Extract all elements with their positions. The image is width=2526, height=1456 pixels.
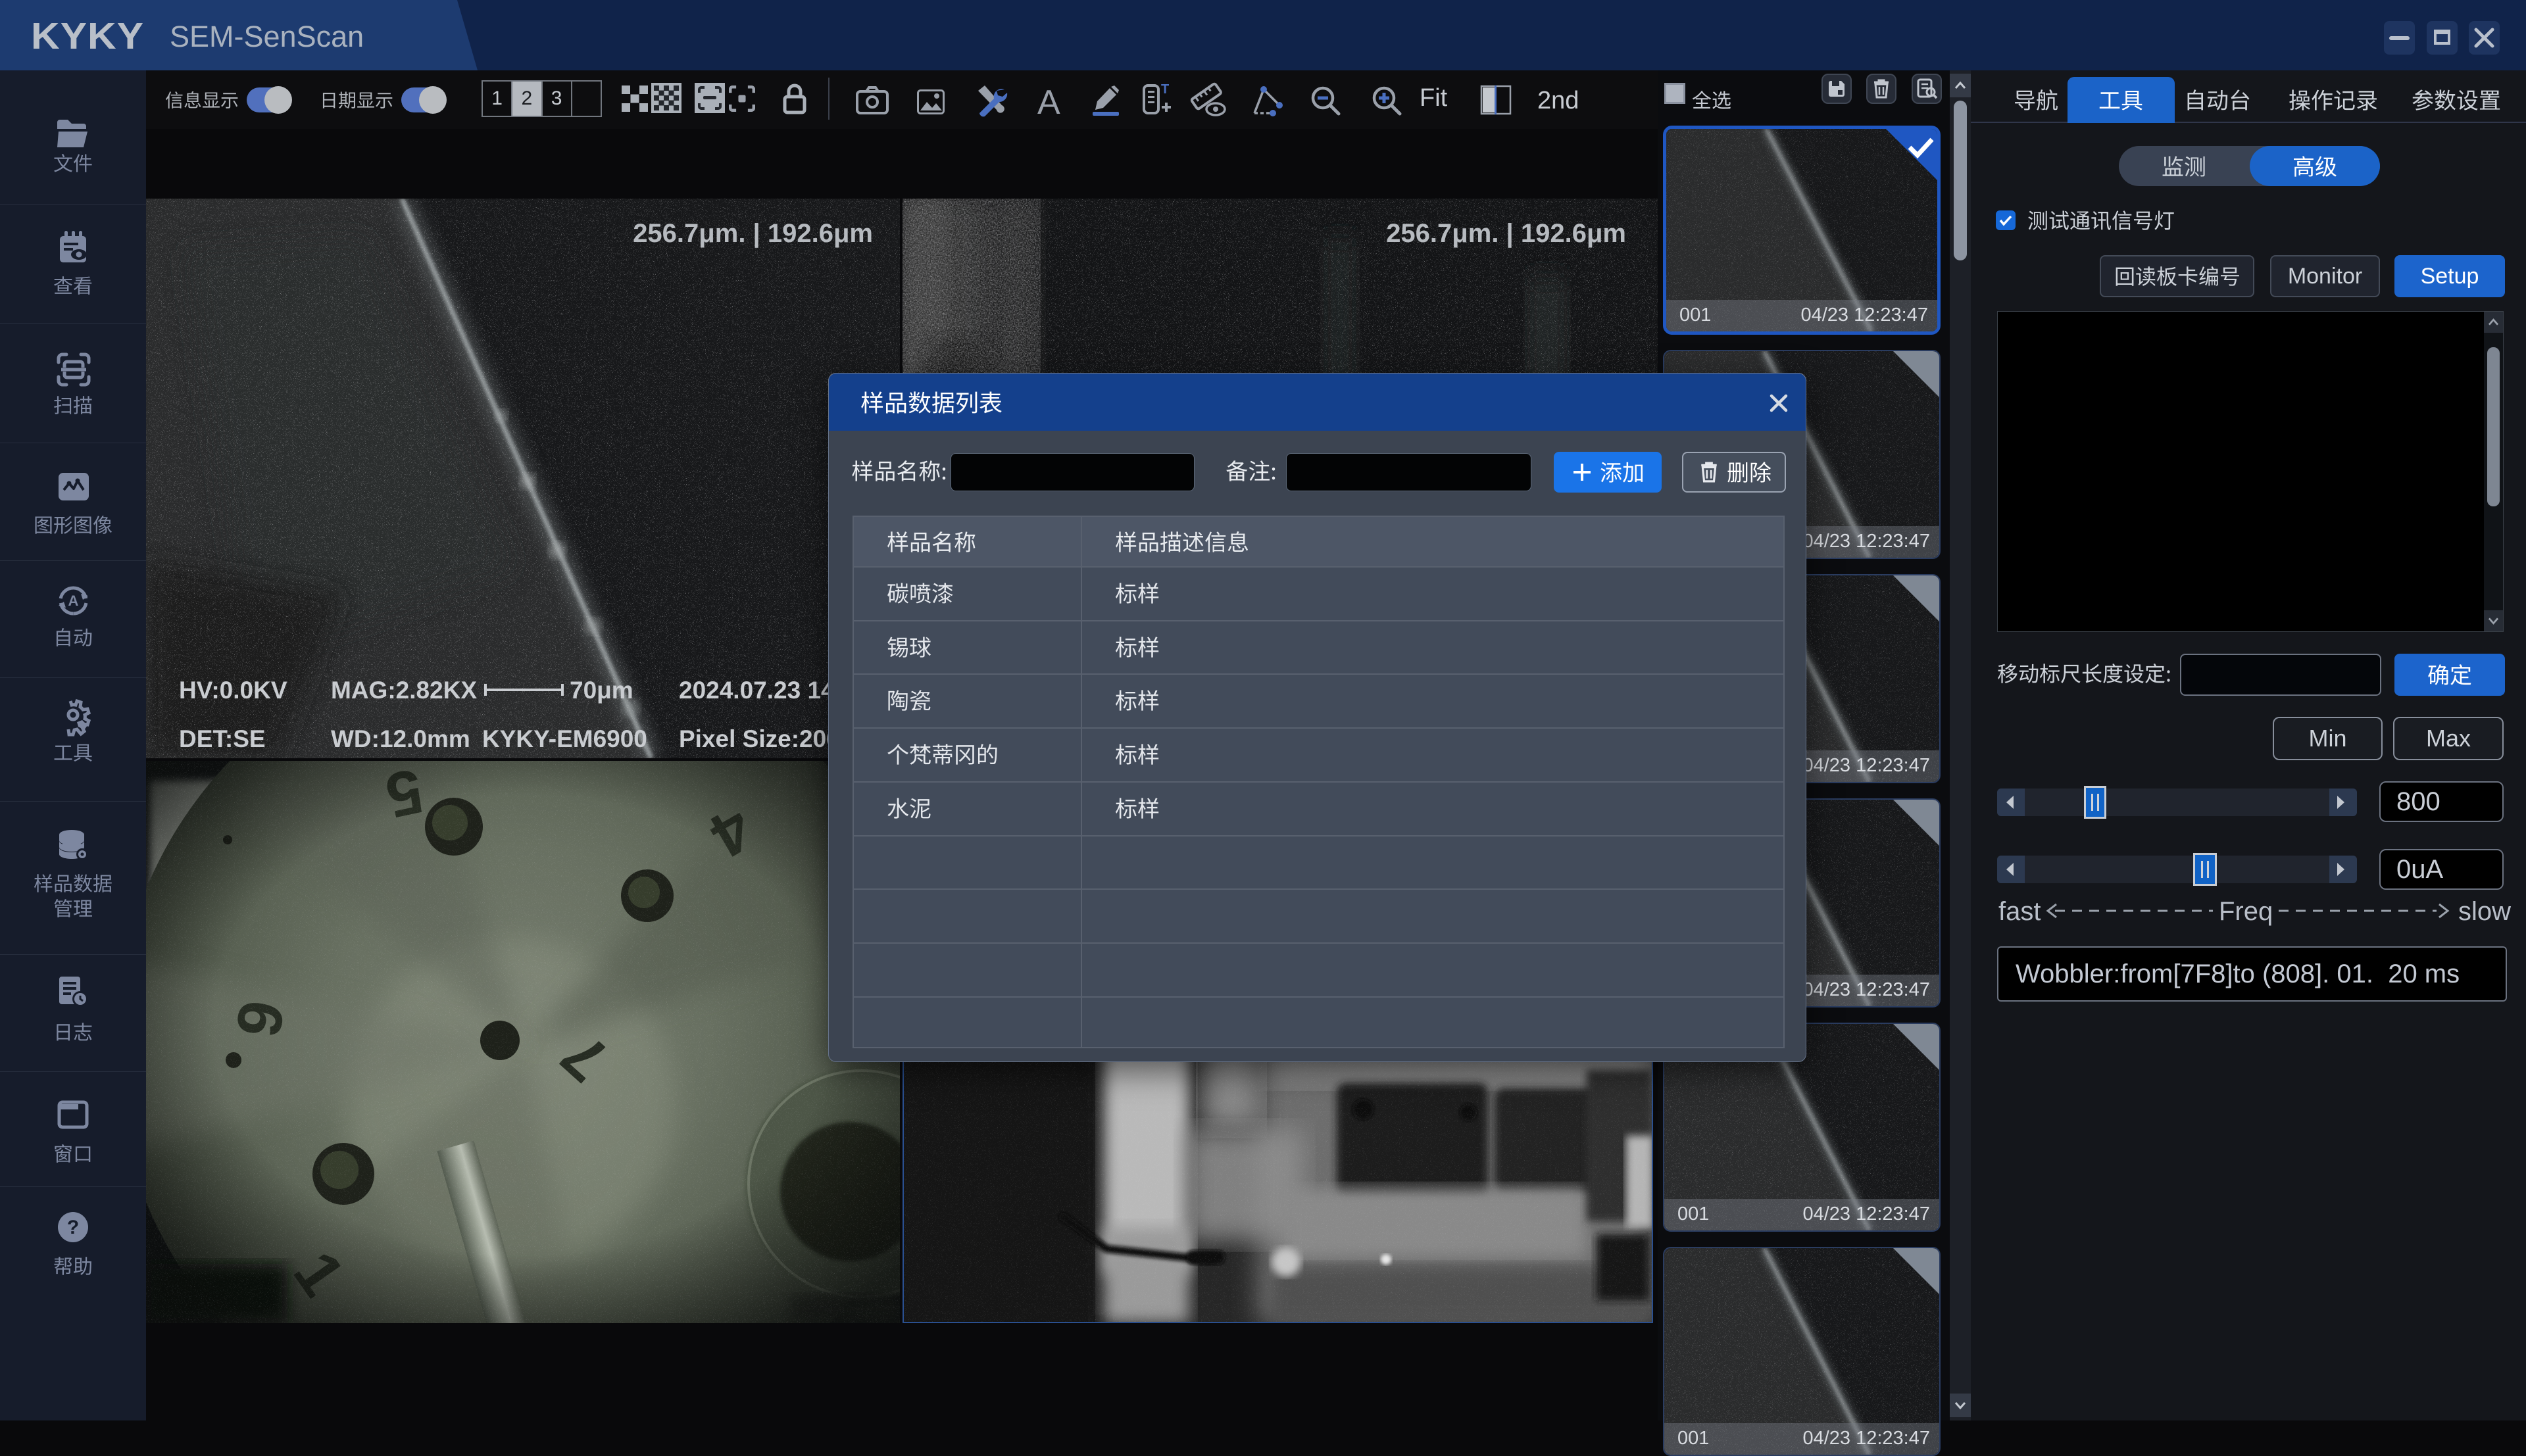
svg-text:HV:0.0KV: HV:0.0KV — [179, 677, 287, 704]
svg-text:A: A — [68, 593, 79, 609]
svg-text:DET:SE: DET:SE — [179, 725, 266, 752]
svg-text:KYKY-EM6900: KYKY-EM6900 — [482, 725, 647, 752]
svg-text:256.7μm. | 192.6μm: 256.7μm. | 192.6μm — [1386, 219, 1626, 248]
svg-text:70μm: 70μm — [570, 677, 633, 704]
svg-text:?: ? — [67, 1217, 79, 1238]
svg-text:256.7μm. | 192.6μm: 256.7μm. | 192.6μm — [633, 219, 873, 248]
svg-text:T: T — [1161, 82, 1169, 97]
svg-text:MAG:2.82KX: MAG:2.82KX — [331, 677, 477, 704]
svg-text:WD:12.0mm: WD:12.0mm — [331, 725, 470, 752]
